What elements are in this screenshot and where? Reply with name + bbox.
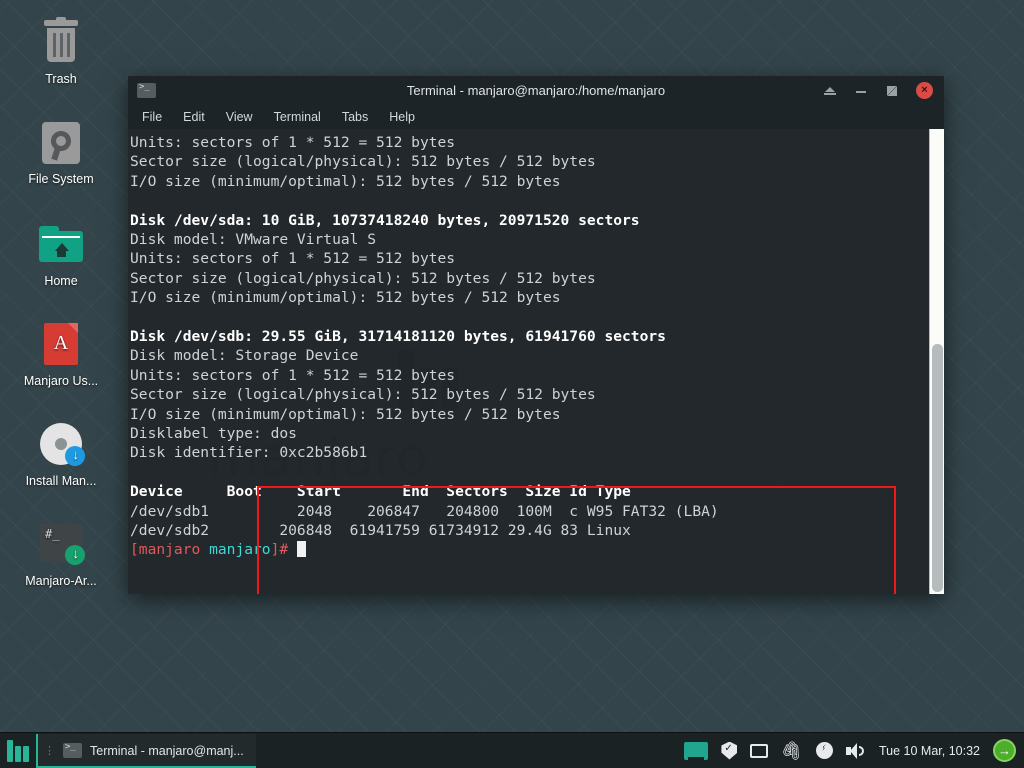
task-list: ⋮ Terminal - manjaro@manj... [36, 733, 256, 768]
terminal-window[interactable]: Terminal - manjaro@manjaro:/home/manjaro… [128, 76, 944, 594]
terminal-menubar[interactable]: File Edit View Terminal Tabs Help [128, 105, 944, 129]
maximize-button[interactable] [885, 84, 899, 98]
manjaro-menu-button[interactable] [0, 733, 36, 768]
home-folder-icon [6, 220, 116, 268]
screen-icon[interactable] [750, 743, 769, 758]
trash-icon [6, 17, 116, 66]
taskbar[interactable]: ⋮ Terminal - manjaro@manj... 🖇 Tue 10 Ma… [0, 732, 1024, 768]
menu-file[interactable]: File [142, 110, 162, 124]
desktop-icon-label: Home [44, 274, 78, 288]
terminal-text: Units: sectors of 1 * 512 = 512 bytes Sec… [130, 134, 719, 559]
volume-speaker-icon[interactable] [846, 742, 866, 759]
grip-icon: ⋮ [44, 744, 55, 757]
display-settings-icon[interactable] [684, 741, 709, 760]
security-shield-icon[interactable] [721, 741, 738, 760]
clipboard-paperclip-icon[interactable]: 🖇 [780, 739, 805, 762]
logout-button[interactable]: → [993, 739, 1016, 762]
menu-terminal[interactable]: Terminal [274, 110, 321, 124]
desktop-icon-home[interactable]: Home [6, 220, 116, 289]
clock[interactable]: Tue 10 Mar, 10:32 [879, 744, 980, 758]
terminal-title: Terminal - manjaro@manjaro:/home/manjaro [406, 83, 666, 98]
terminal-icon [63, 742, 82, 758]
menu-edit[interactable]: Edit [183, 110, 205, 124]
desktop-icon-label: Manjaro Us... [23, 374, 99, 388]
shade-button[interactable] [823, 84, 837, 98]
desktop-icon-trash[interactable]: Trash [6, 17, 116, 87]
installer-disc-icon: ↓ [6, 420, 116, 468]
desktop-icon-label: Install Man... [25, 474, 97, 488]
window-buttons: × [823, 82, 944, 99]
architect-terminal-icon: #_ ↓ [6, 520, 116, 568]
menu-tabs[interactable]: Tabs [342, 110, 368, 124]
pdf-document-icon: A [6, 320, 116, 368]
taskbar-item-terminal[interactable]: ⋮ Terminal - manjaro@manj... [36, 733, 256, 768]
desktop-icon-manjaro-architect[interactable]: #_ ↓ Manjaro-Ar... [6, 520, 116, 589]
desktop-icon-label: Trash [45, 72, 77, 86]
manjaro-logo-icon [7, 739, 29, 762]
desktop-icon-label: Manjaro-Ar... [25, 574, 97, 588]
close-icon: × [921, 84, 928, 96]
terminal-icon [137, 82, 156, 98]
menu-help[interactable]: Help [389, 110, 415, 124]
minimize-button[interactable] [854, 84, 868, 98]
menu-view[interactable]: View [226, 110, 253, 124]
close-button[interactable]: × [916, 82, 933, 99]
desktop-icon-file-system[interactable]: File System [6, 118, 116, 187]
system-tray: 🖇 Tue 10 Mar, 10:32 → [684, 733, 1024, 768]
taskbar-item-label: Terminal - manjaro@manj... [90, 743, 244, 758]
terminal-cursor [296, 541, 306, 558]
desktop-icon-manjaro-user-guide[interactable]: A Manjaro Us... [6, 320, 116, 389]
desktop[interactable]: manjaro Trash File System Home A M [0, 0, 1024, 768]
power-manager-icon[interactable] [816, 742, 833, 759]
drive-icon [6, 118, 116, 166]
terminal-scrollbar[interactable] [929, 129, 944, 594]
terminal-output-area[interactable]: Units: sectors of 1 * 512 = 512 bytes Sec… [128, 129, 944, 594]
terminal-titlebar[interactable]: Terminal - manjaro@manjaro:/home/manjaro… [128, 76, 944, 105]
desktop-icon-label: File System [28, 172, 94, 186]
scrollbar-thumb[interactable] [932, 344, 943, 592]
desktop-icon-install-manjaro[interactable]: ↓ Install Man... [6, 420, 116, 489]
